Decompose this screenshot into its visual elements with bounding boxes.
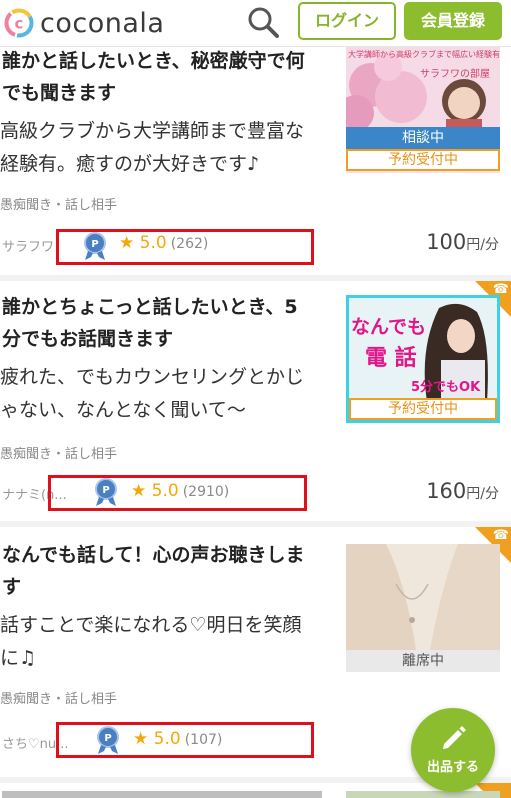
service-title-line: す [2,576,22,598]
description-line: 高級クラブから大学講師まで豊富な [0,120,305,142]
pro-badge-icon: P [95,478,117,506]
service-title-line: なんでも話して！心の声お聴きしま [2,544,305,566]
search-button[interactable] [244,3,282,41]
service-thumbnail[interactable]: なんでも 電 話 5分でもOK 予約受付中 [346,295,500,423]
description-line: 疲れた、でもカウンセリングとかじ [0,366,305,388]
price-value: 100 [426,230,467,254]
svg-text:P: P [102,485,109,496]
service-title-line: 誰かとちょこっと話したいとき、5 [2,296,298,318]
service-thumbnail-partial [346,791,500,798]
rating-score: 5.0 [153,729,181,749]
service-thumbnail[interactable]: 大学講師から高級クラブまで幅広い経験有 サラフワの部屋 相談中 予約受付中 [346,45,500,173]
login-button[interactable]: ログイン [298,2,396,40]
svg-text:c: c [15,15,24,33]
review-count: (2910) [182,484,230,500]
service-description: 話すことで楽になれる♡明日を笑顔 に♫ [0,609,336,675]
header: c coconala ログイン 会員登録 [0,0,511,47]
status-booking: 予約受付中 [346,149,500,171]
rating: ★ 5.0 (2910) [131,481,229,501]
thumbnail-image [346,544,500,650]
review-count: (262) [170,236,209,252]
rating-score: 5.0 [151,481,179,501]
service-title[interactable]: 誰かと話したいとき、秘密厳守で何 でも聞きます [2,45,338,109]
category-label[interactable]: 愚痴聞き・話し相手 [0,194,117,213]
description-line: 話すことで楽になれる♡明日を笑顔 [0,614,302,636]
list-item[interactable]: 誰かと話したいとき、秘密厳守で何 でも聞きます 高級クラブから大学講師まで豊富な… [0,45,511,275]
list-item[interactable]: ☎ 誰かとちょこっと話したいとき、5 分でもお話聞きます 疲れた、でもカウンセリ… [0,281,511,521]
svg-text:P: P [104,733,111,744]
pencil-icon [443,726,466,749]
review-count: (107) [184,732,223,748]
logo-text: coconala [40,7,165,39]
phone-icon: ☎ [492,528,509,543]
seller-name[interactable]: サラフワ [2,236,54,255]
status-away: 離席中 [346,650,500,672]
service-title[interactable]: なんでも話して！心の声お聴きしま す [2,539,338,603]
star-icon: ★ [131,481,147,501]
star-icon: ★ [119,233,135,253]
sell-button-label: 出品する [426,760,479,775]
pro-badge-icon: P [97,726,119,754]
service-description: 疲れた、でもカウンセリングとかじ ゃない、なんとなく聞いて〜 [0,361,336,427]
thumbnail-name: サラフワの部屋 [420,69,490,80]
description-line: に♫ [0,647,37,669]
price: 160円/分 [426,479,499,503]
register-button[interactable]: 会員登録 [404,2,502,40]
status-consulting: 相談中 [346,127,500,149]
coconala-logo[interactable]: c coconala [4,5,164,41]
service-title-line: 誰かと話したいとき、秘密厳守で何 [2,50,305,72]
price-value: 160 [426,479,467,503]
category-label[interactable]: 愚痴聞き・話し相手 [0,688,117,707]
price-unit: 円/分 [466,486,499,502]
status-booking: 予約受付中 [349,398,497,420]
service-title[interactable]: 誰かとちょこっと話したいとき、5 分でもお話聞きます [2,291,338,355]
service-title-line: でも聞きます [2,82,117,104]
service-title-partial [2,791,322,798]
category-label[interactable]: 愚痴聞き・話し相手 [0,443,117,462]
pro-badge-icon: P [84,232,106,260]
coconala-logo-icon: c [4,8,34,38]
rating: ★ 5.0 (107) [133,729,222,749]
service-thumbnail[interactable]: 離席中 [346,544,500,672]
price: 100円/分 [426,230,499,254]
search-icon [248,7,279,38]
svg-text:P: P [91,239,98,250]
service-description: 高級クラブから大学講師まで豊富な 経験有。癒すのが大好きです♪ [0,115,336,181]
rating: ★ 5.0 (262) [119,233,208,253]
rating-score: 5.0 [139,233,167,253]
price-unit: 円/分 [466,237,499,253]
star-icon: ★ [133,729,149,749]
thumbnail-text: 電 話 [365,346,417,371]
sell-button[interactable]: 出品する [411,708,495,792]
description-line: ゃない、なんとなく聞いて〜 [0,399,246,421]
thumbnail-text: なんでも [351,316,427,338]
thumbnail-text: 5分でもOK [411,380,481,395]
service-title-line: 分でもお話聞きます [2,328,174,350]
description-line: 経験有。癒すのが大好きです♪ [0,153,260,175]
thumbnail-caption: 大学講師から高級クラブまで幅広い経験有 [348,50,500,59]
